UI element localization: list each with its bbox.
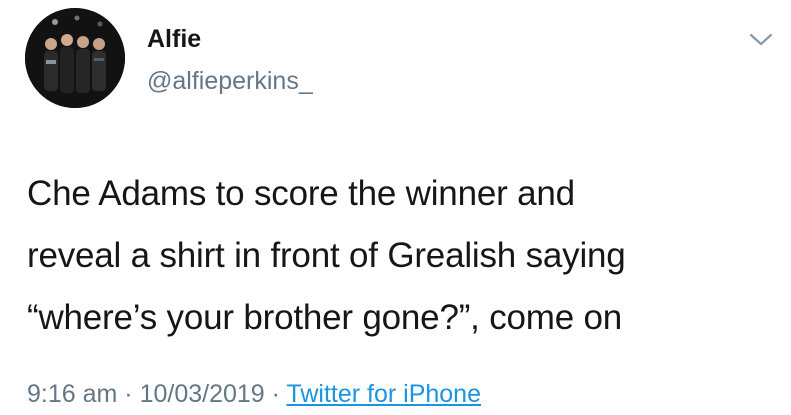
display-name[interactable]: Alfie xyxy=(147,24,201,54)
meta-separator: · xyxy=(117,380,140,408)
avatar[interactable] xyxy=(25,8,125,108)
chevron-down-icon[interactable] xyxy=(748,28,774,50)
tweet-time[interactable]: 9:16 am xyxy=(27,380,117,408)
tweet-text-line: “where’s your brother gone?”, come on xyxy=(27,298,623,337)
tweet-meta: 9:16 am · 10/03/2019 · Twitter for iPhon… xyxy=(27,378,481,410)
tweet-card: Alfie @alfieperkins_ Che Adams to score … xyxy=(0,0,791,415)
tweet-text-line: reveal a shirt in front of Grealish sayi… xyxy=(27,236,626,275)
tweet-text-line: Che Adams to score the winner and xyxy=(27,174,575,213)
user-handle[interactable]: @alfieperkins_ xyxy=(147,66,313,96)
source-link[interactable]: Twitter for iPhone xyxy=(286,380,481,408)
avatar-photo xyxy=(25,8,125,108)
meta-separator: · xyxy=(264,380,287,408)
tweet-text: Che Adams to score the winner and reveal… xyxy=(27,163,767,349)
tweet-date[interactable]: 10/03/2019 xyxy=(140,380,265,408)
